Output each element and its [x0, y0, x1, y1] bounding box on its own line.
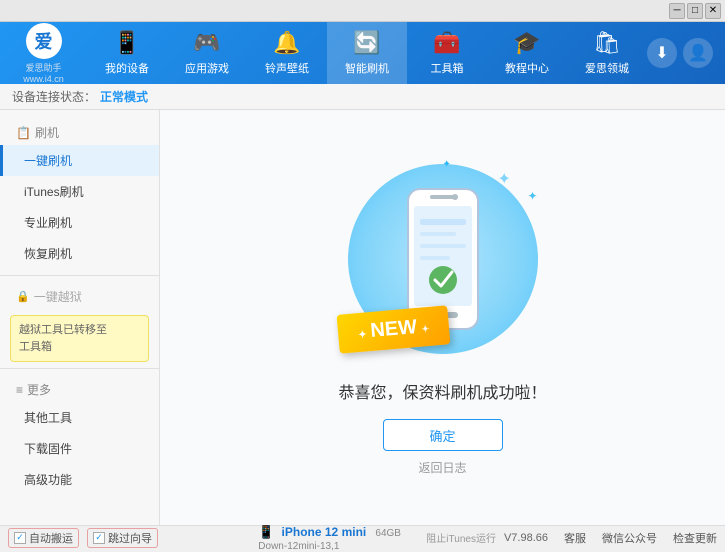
sidebar-item-recovery-flash[interactable]: 恢复刷机	[0, 238, 159, 269]
main-container: 📋 刷机 一键刷机 iTunes刷机 专业刷机 恢复刷机 🔒 一键越狱 越狱工具…	[0, 110, 725, 525]
toolbox-icon: 🧰	[433, 30, 460, 56]
sidebar-section-more: ≡ 更多	[0, 375, 159, 402]
nav-items: 📱 我的设备 🎮 应用游戏 🔔 铃声壁纸 🔄 智能刷机 🧰 工具箱 🎓 教程中心…	[87, 22, 647, 84]
sidebar-item-other-tools[interactable]: 其他工具	[0, 402, 159, 433]
sidebar-section-jailbreak-label: 一键越狱	[34, 288, 82, 305]
itunes-notice: 阻止iTunes运行	[418, 530, 504, 545]
skip-wizard-checkbox[interactable]: ✓ 跳过向导	[87, 528, 158, 548]
sidebar-section-flash: 📋 刷机	[0, 118, 159, 145]
sparkle-3: ✦	[443, 159, 451, 170]
logo-area: 爱 爱思助手 www.i4.cn	[0, 19, 87, 88]
nav-my-device-label: 我的设备	[105, 60, 149, 76]
nav-smart-flash[interactable]: 🔄 智能刷机	[327, 22, 407, 84]
nav-right: ⬇ 👤	[647, 38, 725, 68]
nav-aisi-store-label: 爱思领城	[585, 60, 629, 76]
sidebar-divider-1	[0, 275, 159, 276]
title-bar: ─ □ ✕	[0, 0, 725, 22]
sparkle-2: ✦	[527, 189, 537, 203]
bottom-right: V7.98.66 客服 微信公众号 检查更新	[504, 530, 717, 546]
tutorial-icon: 🎓	[513, 30, 540, 56]
auto-start-checkbox-box: ✓	[14, 532, 26, 544]
nav-smart-flash-label: 智能刷机	[345, 60, 389, 76]
nav-my-device[interactable]: 📱 我的设备	[87, 22, 167, 84]
header: 爱 爱思助手 www.i4.cn 📱 我的设备 🎮 应用游戏 🔔 铃声壁纸 🔄 …	[0, 22, 725, 84]
phone-illustration: NEW ✦ ✦ ✦	[343, 159, 543, 359]
skip-wizard-label: 跳过向导	[108, 530, 152, 546]
aisi-store-icon: 🛍	[593, 30, 621, 56]
confirm-button[interactable]: 确定	[383, 419, 503, 451]
nav-ringtone[interactable]: 🔔 铃声壁纸	[247, 22, 327, 84]
maximize-button[interactable]: □	[687, 3, 703, 19]
sidebar-section-more-label: 更多	[27, 381, 51, 398]
wechat-link[interactable]: 微信公众号	[602, 530, 657, 546]
device-firmware: Down-12mini-13,1	[258, 541, 339, 552]
status-bar: 设备连接状态： 正常模式	[0, 84, 725, 110]
sidebar-section-flash-label: 刷机	[35, 124, 59, 141]
logo-line2: www.i4.cn	[23, 74, 64, 84]
sidebar: 📋 刷机 一键刷机 iTunes刷机 专业刷机 恢复刷机 🔒 一键越狱 越狱工具…	[0, 110, 160, 525]
device-info: 📱 iPhone 12 mini 64GB Down-12mini-13,1	[258, 524, 418, 552]
nav-apps-games[interactable]: 🎮 应用游戏	[167, 22, 247, 84]
apps-games-icon: 🎮	[193, 30, 220, 56]
download-button[interactable]: ⬇	[647, 38, 677, 68]
sidebar-item-one-click-flash[interactable]: 一键刷机	[0, 145, 159, 176]
smart-flash-icon: 🔄	[353, 30, 380, 56]
sidebar-item-download-firmware[interactable]: 下载固件	[0, 433, 159, 464]
my-device-icon: 📱	[113, 30, 140, 56]
version-label: V7.98.66	[504, 532, 548, 544]
sidebar-item-pro-flash[interactable]: 专业刷机	[0, 207, 159, 238]
status-value: 正常模式	[100, 88, 148, 105]
jailbreak-notice: 越狱工具已转移至工具箱	[10, 315, 149, 362]
auto-start-checkbox[interactable]: ✓ 自动搬运	[8, 528, 79, 548]
back-link[interactable]: 返回日志	[418, 459, 466, 476]
nav-toolbox-label: 工具箱	[431, 60, 464, 76]
nav-toolbox[interactable]: 🧰 工具箱	[407, 22, 487, 84]
ringtone-icon: 🔔	[273, 30, 300, 56]
nav-tutorial-label: 教程中心	[505, 60, 549, 76]
minimize-button[interactable]: ─	[669, 3, 685, 19]
device-name: iPhone 12 mini	[282, 525, 367, 539]
auto-start-label: 自动搬运	[29, 530, 73, 546]
sidebar-item-advanced[interactable]: 高级功能	[0, 464, 159, 495]
close-button[interactable]: ✕	[705, 3, 721, 19]
bottom-bar: ✓ 自动搬运 ✓ 跳过向导 📱 iPhone 12 mini 64GB Down…	[0, 525, 725, 549]
nav-apps-games-label: 应用游戏	[185, 60, 229, 76]
nav-tutorial[interactable]: 🎓 教程中心	[487, 22, 567, 84]
logo-line1: 爱思助手	[25, 61, 61, 74]
check-update-link[interactable]: 检查更新	[673, 530, 717, 546]
skip-wizard-checkbox-box: ✓	[93, 532, 105, 544]
success-text: 恭喜您，保资料刷机成功啦！	[338, 379, 546, 403]
sidebar-divider-2	[0, 368, 159, 369]
sidebar-section-jailbreak: 🔒 一键越狱	[0, 282, 159, 309]
logo-icon: 爱	[26, 23, 62, 59]
status-label: 设备连接状态：	[12, 88, 96, 105]
user-button[interactable]: 👤	[683, 38, 713, 68]
device-icon: 📱	[258, 524, 274, 539]
sidebar-item-itunes-flash[interactable]: iTunes刷机	[0, 176, 159, 207]
sparkle-1: ✦	[498, 169, 511, 189]
device-storage: 64GB	[375, 528, 401, 539]
nav-ringtone-label: 铃声壁纸	[265, 60, 309, 76]
bottom-checkboxes: ✓ 自动搬运 ✓ 跳过向导	[8, 528, 258, 548]
nav-aisi-store[interactable]: 🛍 爱思领城	[567, 22, 647, 84]
customer-service-link[interactable]: 客服	[564, 530, 586, 546]
content-area: NEW ✦ ✦ ✦ 恭喜您，保资料刷机成功啦！ 确定 返回日志	[160, 110, 725, 525]
